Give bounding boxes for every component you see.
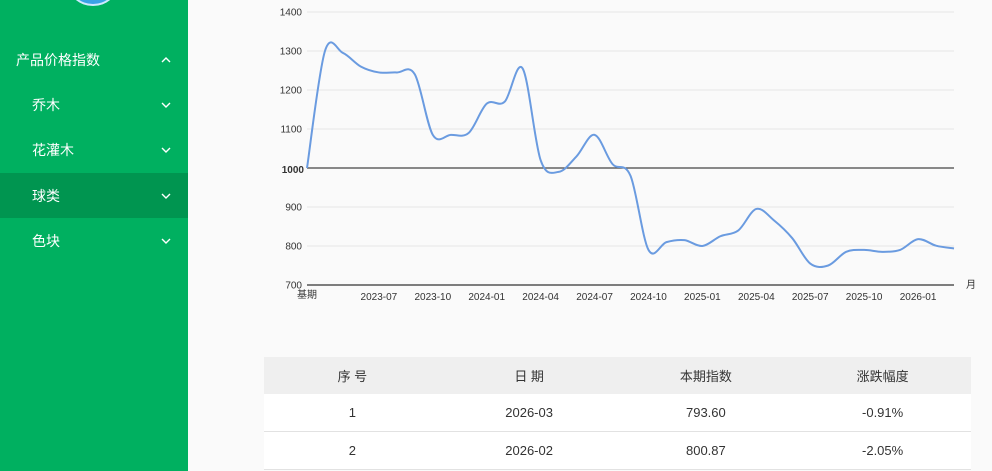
- x-tick-label-base: 基期: [297, 288, 317, 301]
- table-header-cell: 序 号: [337, 369, 368, 384]
- price-index-line-chart: 70080090010001100120013001400基期 2023-07 20…: [280, 8, 976, 304]
- nav-item-sekuai[interactable]: 色块: [0, 218, 188, 263]
- table-row: 2 2026-02 800.87 -2.05%: [264, 432, 971, 470]
- nav-item-label: 产品价格指数: [16, 52, 100, 69]
- table-header-cell: 本期指数: [679, 369, 732, 384]
- x-tick-label: 2024-10: [630, 292, 667, 303]
- chevron-down-icon: [161, 102, 171, 108]
- series-line: [306, 41, 955, 268]
- table-cell: -2.05%: [862, 443, 904, 458]
- table-row: 1 2026-03 793.60 -0.91%: [264, 394, 971, 432]
- y-tick-label: 1200: [280, 86, 303, 97]
- logo: [68, 0, 118, 6]
- chevron-down-icon: [161, 238, 171, 244]
- x-tick-label: 2025-04: [738, 292, 775, 303]
- x-tick-label: 2024-04: [522, 292, 559, 303]
- sidebar: 产品价格指数 乔木 花灌木 球类 色块: [0, 0, 188, 471]
- table-cell: 1: [348, 405, 356, 420]
- x-tick-label: 2024-01: [468, 292, 505, 303]
- chevron-down-icon: [161, 193, 171, 199]
- x-tick-label: 2025-07: [792, 292, 829, 303]
- nav-item-label: 乔木: [32, 97, 60, 114]
- x-tick-label: 2026-01: [900, 292, 937, 303]
- index-table: 序 号 日 期 本期指数 涨跌幅度 1 2026-03 793.60 -0.91…: [264, 357, 971, 470]
- x-axis-unit-label: 月: [966, 279, 976, 291]
- chevron-up-icon: [161, 56, 171, 62]
- y-tick-label: 1000: [282, 165, 305, 176]
- nav-item-qiulei[interactable]: 球类: [0, 173, 188, 218]
- y-tick-label: 1100: [280, 125, 302, 136]
- table-cell: 2026-02: [505, 443, 553, 458]
- nav-item-product-price-index[interactable]: 产品价格指数: [0, 37, 188, 82]
- table-cell: 2: [348, 443, 356, 458]
- nav-item-label: 花灌木: [32, 142, 74, 159]
- table-cell: 800.87: [685, 443, 726, 458]
- y-tick-label: 1400: [280, 8, 303, 19]
- x-tick-label: 2025-10: [846, 292, 883, 303]
- y-tick-label: 900: [285, 203, 302, 214]
- x-tick-label: 2024-07: [576, 292, 613, 303]
- y-tick-label: 800: [285, 242, 302, 253]
- nav-item-qiaomu[interactable]: 乔木: [0, 82, 188, 127]
- nav-item-label: 色块: [32, 233, 60, 250]
- nav-item-label: 球类: [32, 188, 60, 205]
- x-tick-label: 2023-10: [414, 292, 451, 303]
- table-cell: -0.91%: [862, 405, 904, 420]
- x-tick-label: 2025-01: [684, 292, 721, 303]
- table-cell: 793.60: [685, 405, 726, 420]
- table-header-cell: 涨跌幅度: [856, 369, 909, 384]
- table-cell: 2026-03: [505, 405, 553, 420]
- table-header-row: 序 号 日 期 本期指数 涨跌幅度: [264, 357, 971, 394]
- nav-item-huaguanmu[interactable]: 花灌木: [0, 127, 188, 172]
- table-header-cell: 日 期: [514, 369, 544, 384]
- main-content: 700 800 900 1000 1100 1200 1300 1400 基期 2023-07 20…: [188, 0, 992, 471]
- chevron-down-icon: [161, 147, 171, 153]
- y-tick-label: 1300: [280, 47, 303, 58]
- x-tick-label: 2023-07: [361, 292, 398, 303]
